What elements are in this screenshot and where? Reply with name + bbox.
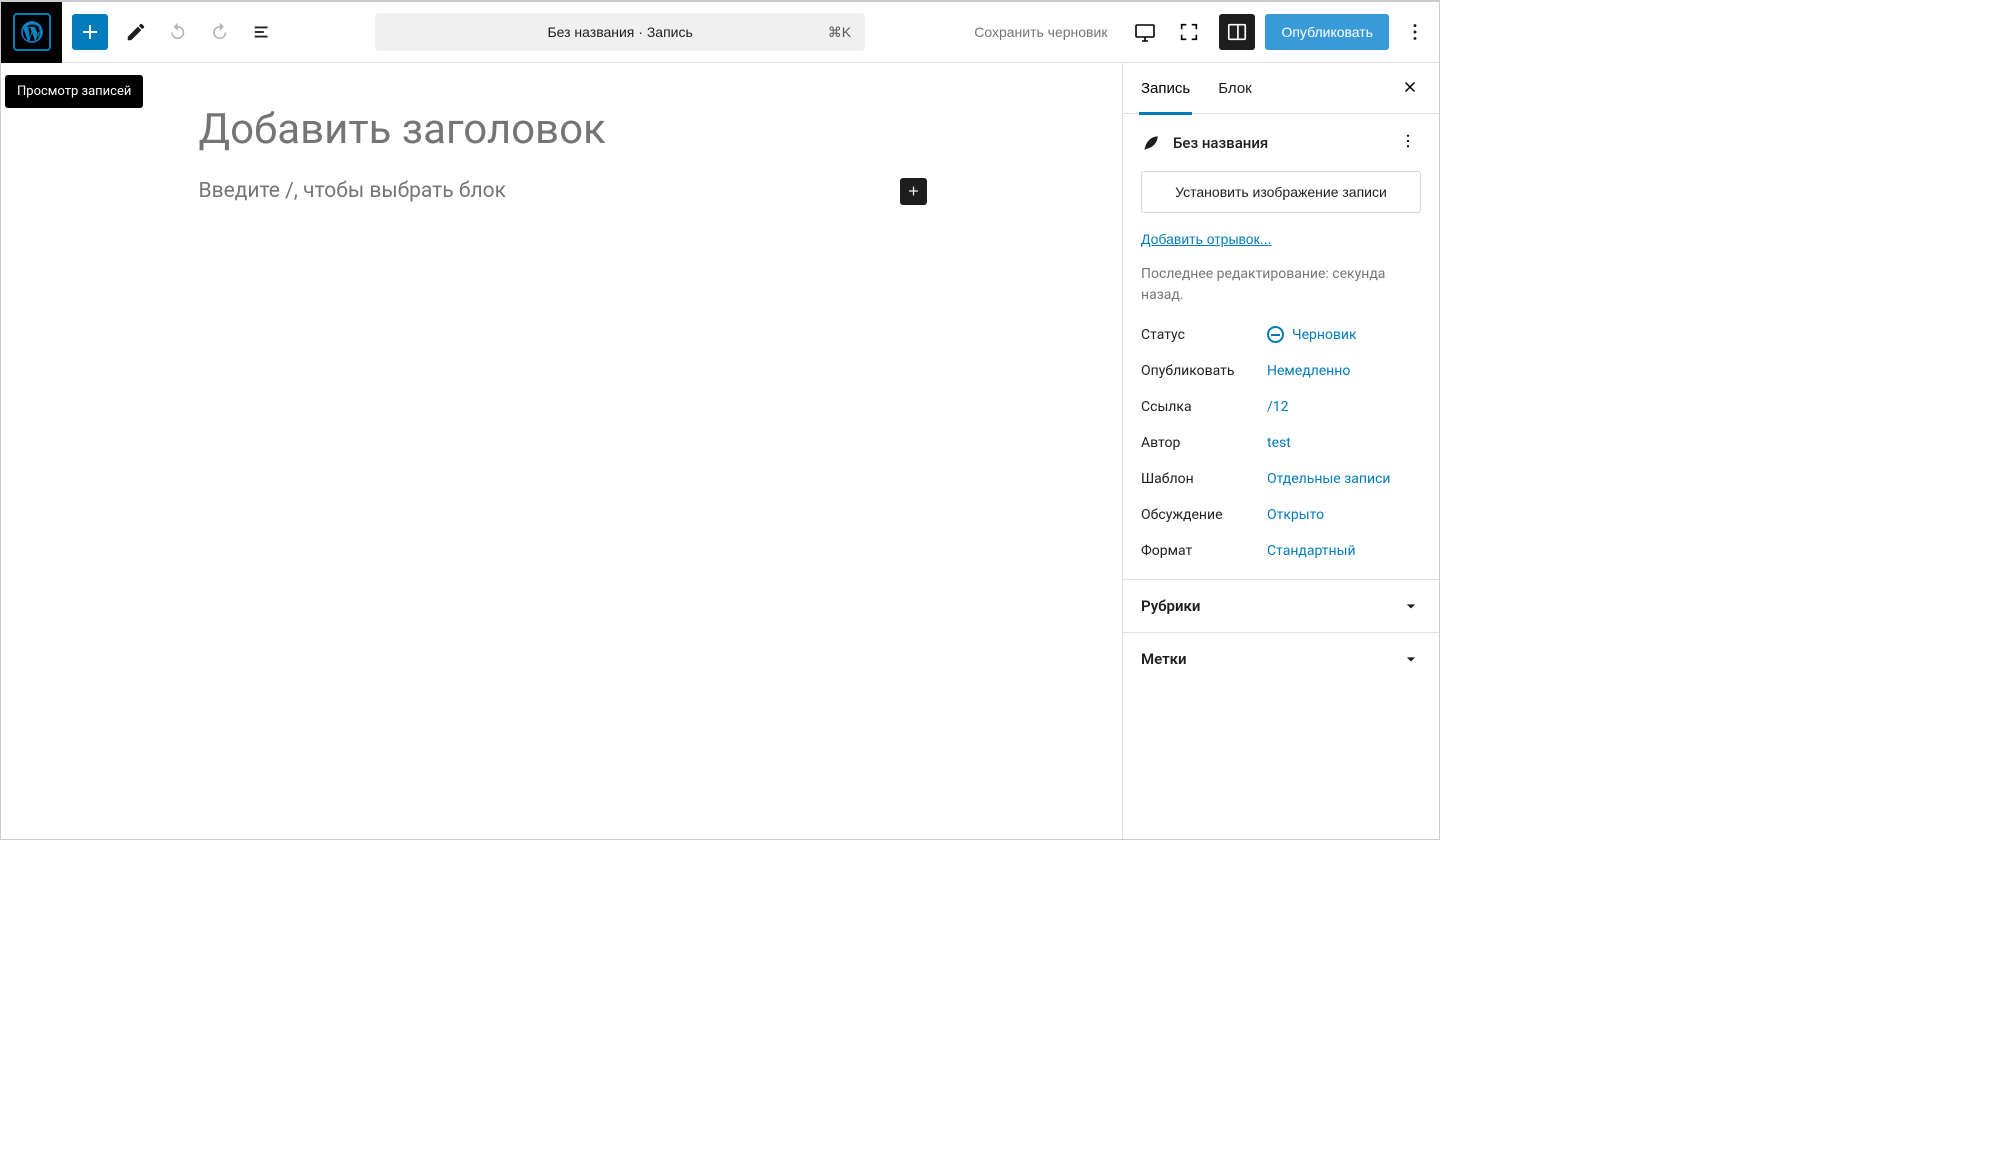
settings-sidebar: Запись Блок Без названия Установить изоб… [1122,63,1439,839]
row-status: Статус Черновик [1141,326,1421,343]
add-excerpt-link[interactable]: Добавить отрывок... [1141,231,1271,247]
chevron-down-icon [1401,649,1421,669]
section-categories[interactable]: Рубрики [1123,579,1439,632]
redo-icon [209,21,231,43]
editor-canvas-wrapper [1,63,1122,839]
wordpress-icon [19,19,45,45]
sidebar-icon [1226,21,1248,43]
preview-button[interactable] [1125,12,1165,52]
save-draft-button[interactable]: Сохранить черновик [960,14,1121,50]
pencil-icon [125,21,147,43]
list-view-icon [251,21,273,43]
label-status: Статус [1141,327,1267,343]
chevron-down-icon [1401,596,1421,616]
row-author: Автор test [1141,435,1421,451]
set-featured-image-button[interactable]: Установить изображение записи [1141,171,1421,213]
row-format: Формат Стандартный [1141,543,1421,559]
tab-block[interactable]: Блок [1204,63,1266,114]
post-actions-button[interactable] [1395,128,1421,157]
label-discussion: Обсуждение [1141,507,1267,523]
label-link: Ссылка [1141,399,1267,415]
redo-button[interactable] [202,14,238,50]
post-title-label: Без названия [1173,134,1268,152]
first-block-row [197,178,927,205]
post-title-row: Без названия [1141,128,1421,157]
label-publish: Опубликовать [1141,363,1267,379]
section-tags[interactable]: Метки [1123,632,1439,685]
row-template: Шаблон Отдельные записи [1141,471,1421,487]
plus-icon [906,182,921,200]
wp-logo-button[interactable] [1,2,62,63]
toolbar-center: Без названия · Запись ⌘K [280,13,960,51]
editor-canvas [197,103,927,205]
more-vertical-icon [1404,21,1426,43]
label-format: Формат [1141,543,1267,559]
document-bar[interactable]: Без названия · Запись ⌘K [375,13,865,51]
command-shortcut: ⌘K [828,24,851,41]
value-status[interactable]: Черновик [1267,326,1357,343]
editor-topbar: Без названия · Запись ⌘K Сохранить черно… [1,2,1439,63]
close-icon [1401,78,1419,96]
toolbar-right-group: Сохранить черновик Опубликовать [960,12,1439,52]
options-button[interactable] [1397,14,1433,50]
post-summary-panel: Без названия Установить изображение запи… [1123,114,1439,579]
workspace: Запись Блок Без названия Установить изоб… [1,63,1439,839]
value-author[interactable]: test [1267,435,1291,451]
more-vertical-icon [1399,132,1417,150]
block-inserter-button[interactable] [72,14,108,50]
value-publish[interactable]: Немедленно [1267,363,1350,379]
section-categories-label: Рубрики [1141,597,1200,615]
paragraph-block-input[interactable] [197,178,900,204]
tab-post[interactable]: Запись [1127,63,1204,114]
value-format[interactable]: Стандартный [1267,543,1356,559]
toolbar-left-group [108,14,280,50]
undo-icon [167,21,189,43]
document-overview-button[interactable] [244,14,280,50]
row-publish: Опубликовать Немедленно [1141,363,1421,379]
value-discussion[interactable]: Открыто [1267,507,1324,523]
last-edited-text: Последнее редактирование: секунда назад. [1141,264,1421,306]
draft-status-icon [1267,326,1284,343]
close-settings-button[interactable] [1395,72,1425,105]
expand-icon [1178,21,1200,43]
tools-button[interactable] [118,14,154,50]
publish-button[interactable]: Опубликовать [1265,14,1389,50]
settings-tabs: Запись Блок [1123,63,1439,114]
fullscreen-button[interactable] [1169,12,1209,52]
value-template[interactable]: Отдельные записи [1267,471,1390,487]
inline-inserter-button[interactable] [900,178,927,205]
settings-sidebar-toggle[interactable] [1219,14,1255,50]
row-discussion: Обсуждение Открыто [1141,507,1421,523]
desktop-icon [1133,20,1157,44]
document-title: Без названия · Запись [547,24,692,40]
value-link[interactable]: /12 [1267,399,1289,415]
undo-button[interactable] [160,14,196,50]
section-tags-label: Метки [1141,650,1187,668]
wp-logo-tooltip: Просмотр записей [5,75,143,108]
label-template: Шаблон [1141,471,1267,487]
feather-icon [1141,133,1161,153]
post-title-input[interactable] [197,103,927,158]
label-author: Автор [1141,435,1267,451]
row-link: Ссылка /12 [1141,399,1421,415]
